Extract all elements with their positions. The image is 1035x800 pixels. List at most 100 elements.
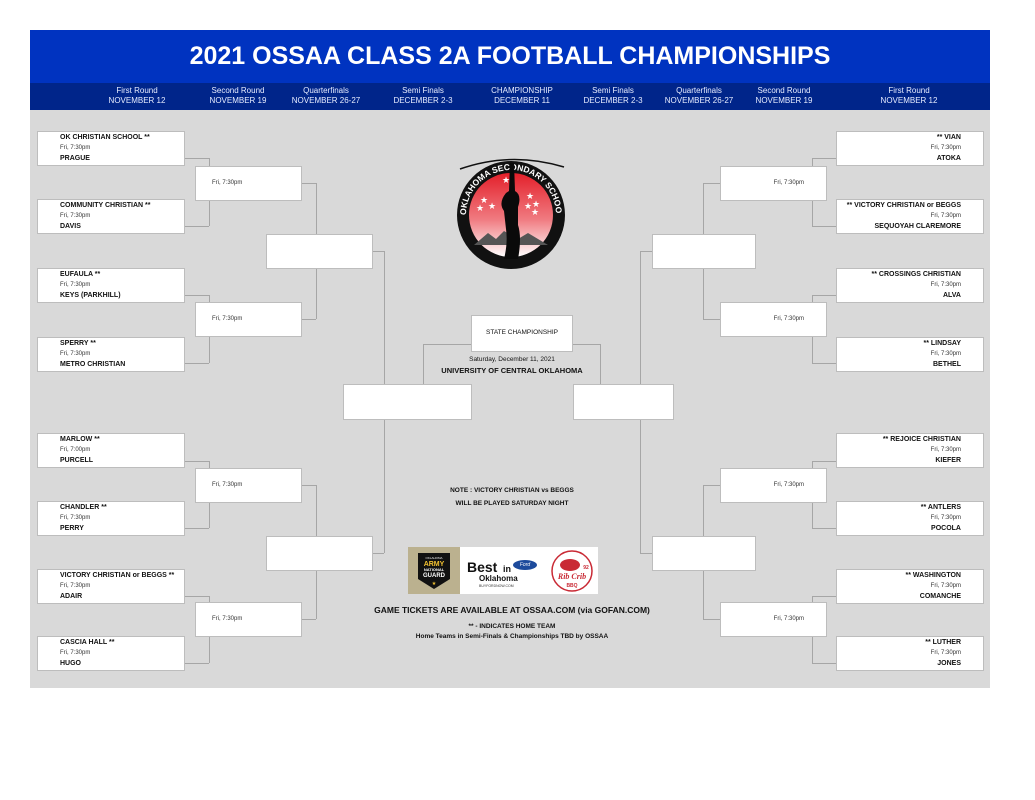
game-time: Fri, 7:30pm bbox=[212, 616, 243, 622]
game-time: Fri, 7:30pm bbox=[930, 583, 961, 589]
home-team: ** VICTORY CHRISTIAN or BEGGS bbox=[846, 202, 961, 209]
connector-line bbox=[812, 158, 836, 159]
game-time: Fri, 7:30pm bbox=[60, 650, 91, 656]
army-guard-shield-icon: OKLAHOMA ARMY NATIONAL GUARD ★ bbox=[418, 553, 450, 589]
sponsor-rib-crib[interactable]: 92 Rib Crib BBQ bbox=[550, 549, 594, 593]
connector-line bbox=[640, 553, 652, 554]
second-round-right-1: Fri, 7:30pm bbox=[720, 166, 827, 201]
matchup-left-4: SPERRY ** Fri, 7:30pm METRO CHRISTIAN bbox=[37, 337, 185, 372]
svg-text:★: ★ bbox=[502, 175, 510, 185]
tickets-note: GAME TICKETS ARE AVAILABLE AT OSSAA.COM … bbox=[374, 605, 650, 615]
home-team: OK CHRISTIAN SCHOOL ** bbox=[60, 134, 150, 141]
connector-line bbox=[703, 485, 704, 536]
ford-in-text: in bbox=[503, 564, 511, 574]
matchup-right-1: ** VIAN Fri, 7:30pm ATOKA bbox=[836, 131, 984, 166]
matchup-right-5: ** REJOICE CHRISTIAN Fri, 7:30pm KIEFER bbox=[836, 433, 984, 468]
svg-text:Rib Crib: Rib Crib bbox=[557, 572, 586, 581]
round-label-right-second: Second Round NOVEMBER 19 bbox=[729, 86, 839, 106]
second-round-left-4: Fri, 7:30pm bbox=[195, 602, 302, 637]
round-date: NOVEMBER 12 bbox=[880, 96, 938, 105]
game-time: Fri, 7:30pm bbox=[60, 583, 91, 589]
home-team: ** WASHINGTON bbox=[905, 572, 962, 579]
connector-line bbox=[384, 419, 385, 553]
connector-line bbox=[812, 295, 836, 296]
away-team: ALVA bbox=[942, 292, 961, 299]
second-round-right-2: Fri, 7:30pm bbox=[720, 302, 827, 337]
sponsor-banner: OKLAHOMA ARMY NATIONAL GUARD ★ Best in F… bbox=[408, 547, 598, 594]
connector-line bbox=[600, 344, 601, 384]
matchup-left-1: OK CHRISTIAN SCHOOL ** Fri, 7:30pm PRAGUE bbox=[37, 131, 185, 166]
home-team: ** REJOICE CHRISTIAN bbox=[882, 436, 961, 443]
matchup-left-7: VICTORY CHRISTIAN or BEGGS ** Fri, 7:30pm… bbox=[37, 569, 185, 604]
game-time: Fri, 7:30pm bbox=[212, 482, 243, 488]
connector-line bbox=[301, 319, 316, 320]
connector-line bbox=[640, 251, 641, 384]
connector-line bbox=[301, 183, 316, 184]
svg-text:★: ★ bbox=[531, 207, 539, 217]
matchup-left-8: CASCIA HALL ** Fri, 7:30pm HUGO bbox=[37, 636, 185, 671]
matchup-left-6: CHANDLER ** Fri, 7:30pm PERRY bbox=[37, 501, 185, 536]
away-team: COMANCHE bbox=[919, 593, 961, 600]
round-label-left-quarter: Quarterfinals NOVEMBER 26-27 bbox=[271, 86, 381, 106]
svg-text:GUARD: GUARD bbox=[423, 573, 446, 579]
home-team: ** VIAN bbox=[936, 134, 961, 141]
connector-line bbox=[184, 461, 209, 462]
away-team: JONES bbox=[937, 660, 961, 667]
round-header: First Round NOVEMBER 12 Second Round NOVEM… bbox=[30, 83, 990, 110]
ford-url-text: BUYFORDNOW.COM bbox=[479, 584, 514, 588]
game-time: Fri, 7:30pm bbox=[930, 145, 961, 151]
connector-line bbox=[812, 663, 836, 664]
matchup-right-3: ** CROSSINGS CHRISTIAN Fri, 7:30pm ALVA bbox=[836, 268, 984, 303]
connector-line bbox=[184, 295, 209, 296]
connector-line bbox=[703, 268, 704, 319]
second-round-left-2: Fri, 7:30pm bbox=[195, 302, 302, 337]
sponsor-ford[interactable]: Best in Ford Oklahoma BUYFORDNOW.COM bbox=[463, 549, 543, 593]
connector-line bbox=[423, 344, 424, 384]
connector-line bbox=[316, 268, 317, 319]
game-time: Fri, 7:30pm bbox=[773, 180, 804, 186]
connector-line bbox=[703, 485, 720, 486]
matchup-right-7: ** WASHINGTON Fri, 7:30pm COMANCHE bbox=[836, 569, 984, 604]
home-team-note: ** - INDICATES HOME TEAM bbox=[468, 623, 556, 630]
home-team: MARLOW ** bbox=[60, 436, 100, 443]
championship-box: STATE CHAMPIONSHIP bbox=[471, 315, 573, 352]
second-round-right-4: Fri, 7:30pm bbox=[720, 602, 827, 637]
game-time: Fri, 7:30pm bbox=[930, 351, 961, 357]
quarterfinal-right-2 bbox=[652, 536, 756, 571]
away-team: DAVIS bbox=[60, 223, 81, 230]
championship-venue: UNIVERSITY OF CENTRAL OKLAHOMA bbox=[441, 366, 583, 375]
round-date: DECEMBER 2-3 bbox=[393, 96, 453, 105]
connector-line bbox=[184, 158, 209, 159]
matchup-right-6: ** ANTLERS Fri, 7:30pm POCOLA bbox=[836, 501, 984, 536]
connector-line bbox=[184, 363, 209, 364]
game-time: Fri, 7:30pm bbox=[60, 515, 91, 521]
game-time: Fri, 7:30pm bbox=[212, 316, 243, 322]
connector-line bbox=[301, 619, 316, 620]
game-time: Fri, 7:30pm bbox=[60, 213, 91, 219]
connector-line bbox=[301, 485, 316, 486]
sponsor-army-national-guard[interactable]: OKLAHOMA ARMY NATIONAL GUARD ★ bbox=[408, 547, 460, 594]
home-team: ** LINDSAY bbox=[923, 340, 961, 347]
second-round-left-1: Fri, 7:30pm bbox=[195, 166, 302, 201]
home-team: ** CROSSINGS CHRISTIAN bbox=[871, 271, 961, 278]
matchup-right-2: ** VICTORY CHRISTIAN or BEGGS Fri, 7:30pm… bbox=[836, 199, 984, 234]
connector-line bbox=[703, 319, 720, 320]
round-name: Second Round bbox=[757, 86, 811, 95]
quarterfinal-left-1 bbox=[266, 234, 373, 269]
away-team: PRAGUE bbox=[60, 155, 90, 162]
round-name: First Round bbox=[888, 86, 930, 95]
game-time: Fri, 7:30pm bbox=[930, 282, 961, 288]
away-team: ATOKA bbox=[936, 155, 961, 162]
matchup-left-2: COMMUNITY CHRISTIAN ** Fri, 7:30pm DAVIS bbox=[37, 199, 185, 234]
championship-label: STATE CHAMPIONSHIP bbox=[486, 329, 558, 336]
game-time: Fri, 7:30pm bbox=[930, 650, 961, 656]
game-time: Fri, 7:30pm bbox=[773, 482, 804, 488]
home-team: SPERRY ** bbox=[60, 340, 96, 347]
connector-line bbox=[372, 553, 384, 554]
ford-best-text: Best bbox=[467, 559, 498, 575]
connector-line bbox=[640, 251, 652, 252]
away-team: POCOLA bbox=[931, 525, 961, 532]
ford-state-text: Oklahoma bbox=[479, 574, 518, 583]
game-time: Fri, 7:30pm bbox=[60, 145, 91, 151]
round-name: Semi Finals bbox=[402, 86, 444, 95]
